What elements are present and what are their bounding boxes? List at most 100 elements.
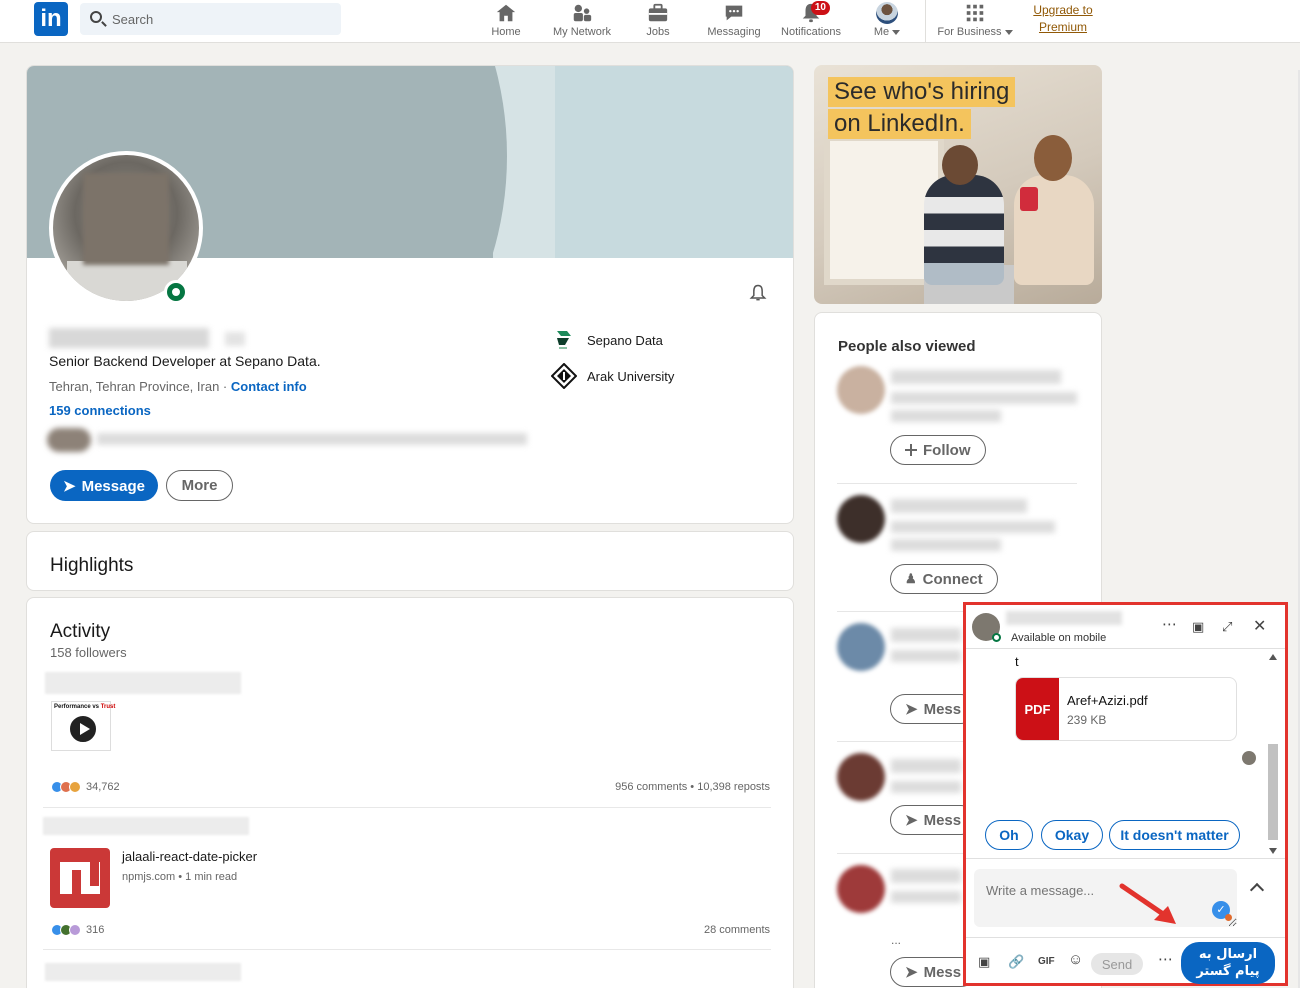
- follow-button[interactable]: Follow: [890, 435, 986, 465]
- mutual-connections-redacted[interactable]: [97, 433, 527, 445]
- close-icon[interactable]: ✕: [1253, 619, 1266, 635]
- org-arak-university[interactable]: Arak University: [551, 363, 674, 389]
- npm-logo[interactable]: [50, 848, 110, 908]
- person-avatar[interactable]: [837, 495, 885, 543]
- file-attachment[interactable]: PDF Aref+Azizi.pdf 239 KB: [1015, 677, 1237, 741]
- person-headline-redacted: [891, 891, 961, 903]
- connect-label: Connect: [922, 570, 983, 588]
- person-avatar[interactable]: [837, 865, 885, 913]
- gif-icon[interactable]: GIF: [1038, 954, 1055, 970]
- post2-reaction-count: 316: [86, 924, 105, 936]
- reply-chip-oh[interactable]: Oh: [985, 820, 1033, 850]
- linkedin-logo[interactable]: in: [34, 2, 68, 36]
- person-avatar[interactable]: [837, 366, 885, 414]
- nav-messaging[interactable]: Messaging: [704, 0, 764, 43]
- image-icon[interactable]: ▣: [978, 954, 990, 970]
- person-name-redacted[interactable]: [891, 370, 1061, 384]
- persian-label-line2: پیام گستر: [1196, 964, 1260, 979]
- profile-card: Senior Backend Developer at Sepano Data.…: [26, 65, 794, 524]
- bell-icon[interactable]: [748, 283, 768, 303]
- attach-icon[interactable]: 🔗: [1008, 954, 1024, 970]
- reply-chip-okay[interactable]: Okay: [1041, 820, 1103, 850]
- send-icon: ➤: [63, 477, 76, 495]
- scroll-down-icon[interactable]: [1269, 848, 1277, 854]
- connect-button[interactable]: ♟ Connect: [890, 564, 998, 594]
- nav-home[interactable]: Home: [483, 0, 529, 43]
- highlights-card: Highlights: [26, 531, 794, 591]
- more-button[interactable]: More: [166, 470, 233, 501]
- scroll-up-icon[interactable]: [1269, 654, 1277, 660]
- insightful-icon: [69, 781, 81, 793]
- emoji-icon[interactable]: ☺: [1068, 952, 1083, 968]
- open-to-work-status: [164, 280, 188, 304]
- ellipsis: ...: [891, 933, 902, 947]
- hiring-ad[interactable]: See who's hiring on LinkedIn.: [814, 65, 1102, 304]
- expand-icon[interactable]: ⤢: [1222, 619, 1232, 635]
- nav-messaging-label: Messaging: [707, 26, 761, 38]
- chat-scrollbar[interactable]: [1268, 654, 1278, 854]
- person-name-redacted[interactable]: [891, 869, 961, 883]
- post2-source: npmjs.com • 1 min read: [122, 871, 238, 883]
- pronoun-redacted: [225, 332, 245, 346]
- org-sepano[interactable]: Sepano Data: [551, 327, 663, 353]
- post1-stats[interactable]: 956 comments • 10,398 reposts: [615, 781, 770, 793]
- post2-reactions[interactable]: 316: [51, 924, 104, 936]
- reply-chip-doesnt-matter[interactable]: It doesn't matter: [1109, 820, 1240, 850]
- chevron-up-icon[interactable]: [1249, 882, 1265, 898]
- chat-toolbar: ▣ 🔗 GIF ☺ Send ⋯ ارسال به پیام گستر: [966, 937, 1285, 984]
- chevron-down-icon: [1004, 30, 1013, 35]
- nav-my-network[interactable]: My Network: [549, 0, 615, 43]
- person-headline-redacted: [891, 392, 1077, 404]
- post-header-redacted: [45, 672, 241, 694]
- send-icon: ➤: [905, 964, 918, 981]
- person-name-redacted[interactable]: [891, 628, 961, 642]
- chat-header[interactable]: Available on mobile ⋯ ▣ ⤢ ✕: [966, 605, 1285, 649]
- send-to-payam-gostar-button[interactable]: ارسال به پیام گستر: [1181, 942, 1275, 984]
- chat-status: Available on mobile: [1011, 632, 1107, 644]
- activity-title: Activity: [50, 621, 111, 642]
- highlights-title: Highlights: [50, 555, 134, 576]
- person-name-redacted[interactable]: [891, 499, 1027, 513]
- grammar-check-icon[interactable]: ✓: [1212, 901, 1232, 921]
- nav-notifications[interactable]: 10 Notifications: [777, 0, 845, 43]
- play-icon[interactable]: [68, 714, 98, 744]
- more-options-icon[interactable]: ⋯: [1158, 952, 1173, 968]
- person-avatar[interactable]: [837, 753, 885, 801]
- message-input[interactable]: [974, 869, 1237, 927]
- post1-reactions[interactable]: 34,762: [51, 781, 120, 793]
- nav-me[interactable]: Me: [867, 0, 907, 43]
- nav-for-business[interactable]: For Business: [936, 0, 1014, 43]
- send-button[interactable]: Send: [1091, 953, 1143, 975]
- nav-jobs[interactable]: Jobs: [638, 0, 678, 43]
- follow-label: Follow: [923, 441, 971, 459]
- search-bar[interactable]: Search: [80, 3, 341, 35]
- person-name-redacted[interactable]: [891, 759, 961, 773]
- nav-business-label: For Business: [937, 26, 1002, 38]
- more-options-icon[interactable]: ⋯: [1162, 617, 1177, 633]
- connections-link[interactable]: 159 connections: [49, 403, 151, 418]
- sepano-logo: [551, 327, 577, 353]
- video-call-icon[interactable]: ▣: [1192, 619, 1204, 635]
- person-avatar[interactable]: [837, 623, 885, 671]
- contact-info-link[interactable]: Contact info: [231, 379, 307, 394]
- nav-home-label: Home: [491, 26, 521, 38]
- network-icon: [573, 4, 592, 22]
- chat-contact-name-redacted: [1006, 611, 1122, 625]
- notification-count-badge: 10: [810, 1, 830, 15]
- post2-title[interactable]: jalaali-react-date-picker: [122, 849, 257, 864]
- post-video-thumbnail[interactable]: Performance vs Trust: [51, 701, 115, 751]
- ad-headline-line1: See who's hiring: [828, 77, 1016, 107]
- post2-stats[interactable]: 28 comments: [704, 924, 770, 936]
- profile-headline: Senior Backend Developer at Sepano Data.: [49, 353, 321, 369]
- message-button[interactable]: ➤ Message: [50, 470, 158, 501]
- pdf-icon: PDF: [1016, 678, 1059, 740]
- nav-notifications-label: Notifications: [781, 26, 841, 38]
- mutual-avatars: [47, 428, 91, 452]
- post3-header-redacted: [45, 963, 241, 981]
- message-label: Mess: [923, 811, 962, 829]
- home-icon: [496, 4, 516, 22]
- nav-my-network-label: My Network: [552, 26, 612, 38]
- upgrade-premium-link[interactable]: Upgrade to Premium: [1028, 2, 1098, 36]
- chat-messages: t PDF Aref+Azizi.pdf 239 KB Oh Okay It d…: [966, 650, 1285, 858]
- divider: [966, 858, 1285, 859]
